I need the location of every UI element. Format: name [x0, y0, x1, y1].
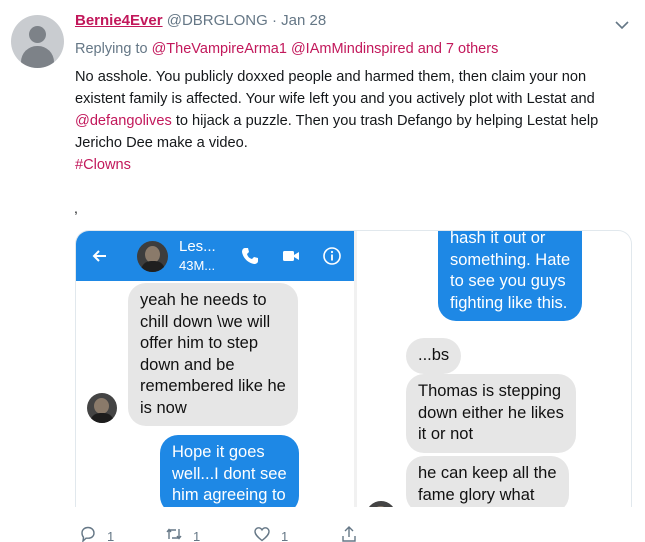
reply-mention-1[interactable]: @TheVampireArma1: [152, 41, 287, 57]
sender-face-shape: [373, 506, 388, 507]
contact-name: Les...: [179, 238, 216, 255]
sender-face-shape: [94, 398, 109, 414]
retweet-count: 1: [193, 528, 201, 542]
tweet-actions: 1 1 1: [75, 524, 635, 542]
contact-shirt-shape: [141, 261, 165, 272]
tweet-text-line-2: existent family is affected. Your wife l…: [75, 91, 595, 107]
message-line: hash it out or: [450, 231, 546, 247]
message-line: remembered like he: [140, 377, 286, 395]
separator-dot: ·: [271, 12, 277, 29]
messenger-header-bar: Les... 43M...: [76, 231, 354, 281]
message-line: to see you guys: [450, 272, 566, 290]
message-line: down and be: [140, 355, 235, 374]
hashtag-link[interactable]: #Clowns: [75, 154, 620, 176]
message-received: he can keep all the fame glory what: [406, 456, 569, 507]
display-name[interactable]: Bernie4Ever: [75, 12, 163, 29]
avatar-head-shape: [29, 26, 46, 43]
message-line: well...I dont see: [172, 464, 287, 483]
video-icon: [283, 251, 299, 261]
replying-to: Replying to @TheVampireArma1 @IAmMindins…: [75, 41, 498, 57]
message-line: chill down \we will: [140, 312, 271, 331]
message-received: yeah he needs to chill down \we will off…: [128, 283, 298, 426]
like-count: 1: [281, 528, 289, 542]
reply-count: 1: [107, 528, 115, 542]
tweet-header: Bernie4Ever @DBRGLONG · Jan 28: [75, 12, 326, 29]
message-line: Hope it goes: [172, 443, 265, 461]
message-line: it or not: [418, 425, 474, 443]
sender-avatar: [87, 393, 117, 423]
sender-avatar: [366, 501, 396, 507]
message-line: fame glory what: [418, 485, 535, 504]
message-received: ...bs: [406, 338, 462, 374]
tweet-text-line-4: Jericho Dee make a video.: [75, 135, 248, 151]
tweet-text: No asshole. You publicly doxxed people a…: [75, 66, 620, 176]
contact-status: 43M...: [179, 258, 216, 273]
message-line: down either he likes: [418, 403, 564, 422]
share-button[interactable]: [340, 524, 358, 542]
sender-shirt-shape: [90, 413, 114, 423]
profile-avatar[interactable]: [11, 15, 64, 68]
message-line: fighting like this.: [450, 293, 568, 312]
message-received: Thomas is stepping down either he likes …: [406, 374, 576, 453]
like-button[interactable]: 1: [253, 524, 288, 542]
message-line: offer him to step: [140, 334, 259, 352]
stray-character: ,: [74, 200, 78, 216]
message-line: he can keep all the: [418, 464, 557, 482]
message-line: is now: [140, 398, 187, 417]
message-line: him agreeing to: [172, 486, 286, 504]
contact-photo: [137, 241, 168, 272]
message-line: Thomas is stepping: [418, 382, 562, 400]
attached-media[interactable]: Les... 43M... yeah he needs to chill dow…: [75, 230, 632, 507]
retweet-icon: [166, 528, 182, 540]
reply-icon: [81, 526, 95, 542]
message-line: ...bs: [418, 346, 450, 364]
inline-mention[interactable]: @defangolives: [75, 113, 172, 129]
tweet-text-line-1: No asshole. You publicly doxxed people a…: [75, 69, 587, 85]
user-handle[interactable]: @DBRGLONG: [167, 12, 268, 29]
avatar-body-shape: [21, 46, 54, 68]
tweet-text-line-3-rest: to hijack a puzzle. Then you trash Defan…: [171, 113, 599, 129]
back-arrow-icon: [92, 250, 106, 262]
reply-others-link[interactable]: and 7 others: [418, 41, 499, 57]
reply-mention-2[interactable]: @IAmMindinspired: [291, 41, 414, 57]
phone-icon: [242, 248, 258, 264]
message-sent: Hope it goes well...I dont see him agree…: [160, 435, 299, 507]
message-line: yeah he needs to: [140, 291, 267, 309]
like-icon: [254, 527, 270, 542]
info-icon: [323, 247, 341, 265]
retweet-button[interactable]: 1: [165, 524, 200, 542]
screenshot-left[interactable]: Les... 43M... yeah he needs to chill dow…: [76, 231, 354, 507]
tweet-date[interactable]: Jan 28: [281, 12, 326, 29]
reply-button[interactable]: 1: [79, 524, 114, 542]
replying-prefix: Replying to: [75, 41, 148, 57]
caret-down-icon[interactable]: [614, 17, 630, 33]
share-icon: [342, 526, 356, 542]
message-sent: hash it out or something. Hate to see yo…: [438, 231, 583, 321]
screenshot-right[interactable]: hash it out or something. Hate to see yo…: [357, 231, 631, 507]
message-line: something. Hate: [450, 250, 571, 269]
tweet-text-line-3: @defangolives to hijack a puzzle. Then y…: [75, 110, 620, 132]
